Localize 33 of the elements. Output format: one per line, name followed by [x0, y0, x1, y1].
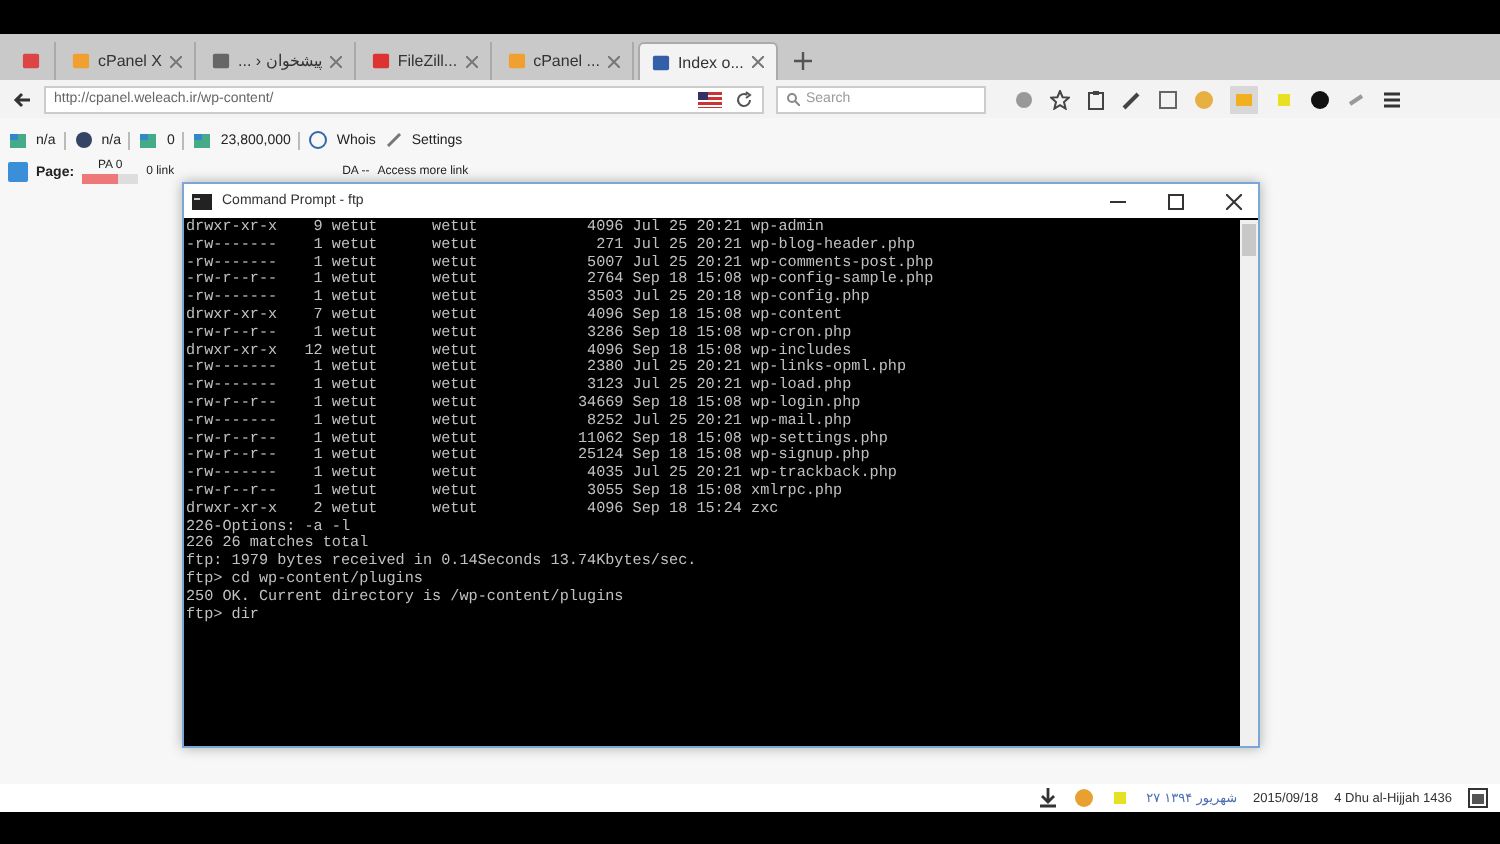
rank-icon — [192, 130, 213, 150]
rank-icon — [8, 130, 28, 150]
gauge-icon[interactable] — [1310, 89, 1330, 109]
close-icon[interactable] — [465, 55, 478, 67]
panel-icon — [212, 52, 231, 70]
new-tab-icon[interactable] — [793, 52, 812, 70]
back-icon[interactable] — [12, 89, 32, 109]
panel-icon — [72, 52, 90, 70]
app-icon — [8, 162, 28, 182]
flag-icon — [698, 91, 722, 107]
file-icon — [371, 52, 390, 70]
search-icon — [786, 92, 800, 106]
browser-tab[interactable]: Index o... — [637, 42, 778, 80]
rank-icon — [138, 130, 159, 150]
reload-icon[interactable] — [734, 89, 754, 109]
picture-frame-icon[interactable] — [1158, 89, 1178, 109]
clipboard-icon[interactable] — [1086, 89, 1106, 109]
bookmark-star-icon[interactable] — [1050, 89, 1070, 109]
close-icon[interactable] — [607, 55, 620, 67]
globe-icon — [73, 130, 94, 150]
close-icon[interactable] — [751, 56, 764, 68]
scrollbar[interactable] — [1240, 220, 1258, 746]
menu-icon[interactable] — [1382, 89, 1402, 109]
panel-icon — [507, 52, 526, 70]
download-icon[interactable] — [1038, 788, 1059, 808]
monitor-icon — [651, 53, 670, 71]
maximize-icon — [1168, 193, 1184, 209]
close-icon[interactable] — [170, 55, 183, 67]
console-icon — [192, 193, 212, 209]
close-icon — [1226, 193, 1242, 209]
close-icon[interactable] — [329, 55, 342, 67]
mail-icon — [22, 52, 40, 70]
globe-icon[interactable] — [1014, 89, 1034, 109]
